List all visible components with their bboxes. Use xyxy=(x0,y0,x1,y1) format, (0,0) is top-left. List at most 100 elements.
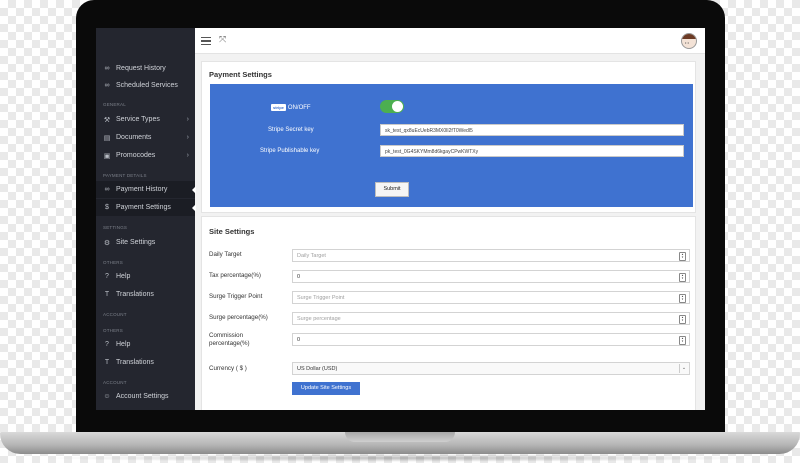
sidebar-item-label: Service Types xyxy=(116,116,160,123)
sidebar-item-translations[interactable]: T Translations xyxy=(96,286,195,303)
fullscreen-icon[interactable]: ⤧ xyxy=(219,34,226,45)
avatar-face: • • xyxy=(685,40,689,45)
sidebar-item-translations[interactable]: T Translations xyxy=(96,354,195,371)
help-icon: ? xyxy=(105,341,109,348)
user-icon: ☺ xyxy=(103,393,111,400)
sidebar-item-payment-history[interactable]: ∞ Payment History xyxy=(96,181,196,198)
sidebar-item-payment-settings[interactable]: $ Payment Settings xyxy=(96,199,196,216)
translate-icon: T xyxy=(104,359,110,366)
commission-input[interactable]: 0 ▴ ▾ xyxy=(292,333,690,346)
main-content: ⤧ • • Payment Settings stripe ON/OFF Stri… xyxy=(195,28,705,410)
sidebar-item-account-settings[interactable]: ☺ Account Settings xyxy=(96,388,195,405)
stripe-publishable-input[interactable]: pk_test_0G4SKYMm8d6kgayCPwKWTXy xyxy=(380,145,684,157)
sidebar-item-help[interactable]: ? Help xyxy=(96,268,195,285)
section-label-payment-details: PAYMENT DETAILS xyxy=(103,173,147,178)
stripe-toggle[interactable] xyxy=(380,100,404,113)
stepper-icon[interactable]: ▴ ▾ xyxy=(679,294,686,303)
sidebar-item-label: Account Settings xyxy=(116,393,169,400)
sidebar-item-service-types[interactable]: ⚒ Service Types › xyxy=(96,111,195,128)
surge-percentage-placeholder: Surge percentage xyxy=(297,316,341,322)
stepper-icon[interactable]: ▴ ▾ xyxy=(679,315,686,324)
stepper-icon[interactable]: ▴ ▾ xyxy=(679,336,686,345)
onoff-label: ON/OFF xyxy=(287,105,311,112)
commission-label-line1: Commission xyxy=(209,332,244,339)
daily-target-input[interactable]: Daily Target ▴ ▾ xyxy=(292,249,690,262)
payment-settings-title: Payment Settings xyxy=(209,70,272,79)
daily-target-label: Daily Target xyxy=(209,251,242,258)
link-icon: ∞ xyxy=(104,82,110,89)
sidebar-item-label: Site Settings xyxy=(116,239,156,246)
commission-label: Commission percentage(%) xyxy=(209,332,250,348)
sidebar-item-label: Payment History xyxy=(116,186,168,193)
payment-settings-card: Payment Settings stripe ON/OFF Stripe Sec… xyxy=(201,61,696,213)
stripe-publishable-label: Stripe Publishable key xyxy=(260,148,320,154)
sidebar-item-site-settings[interactable]: ⚙ Site Settings xyxy=(96,234,195,251)
sidebar-item-label: Documents xyxy=(116,134,152,141)
sidebar-item-documents[interactable]: ▤ Documents › xyxy=(96,129,195,146)
sidebar-item-label: Scheduled Services xyxy=(116,82,178,89)
laptop-screen: ∞ Request History ∞ Scheduled Services G… xyxy=(96,28,705,410)
update-site-settings-button[interactable]: Update Site Settings xyxy=(292,382,360,395)
surge-percentage-input[interactable]: Surge percentage ▴ ▾ xyxy=(292,312,690,325)
tax-percentage-label: Tax percentage(%) xyxy=(209,272,261,279)
section-label-others: OTHERS xyxy=(103,328,123,333)
chevron-right-icon: › xyxy=(186,134,189,141)
chevron-down-icon: ⌄ xyxy=(679,364,688,373)
currency-select[interactable]: US Dollar (USD) ⌄ xyxy=(292,362,690,375)
submit-button[interactable]: Submit xyxy=(375,182,409,197)
avatar-hair xyxy=(682,34,696,39)
wrench-icon: ⚒ xyxy=(103,116,111,124)
avatar[interactable]: • • xyxy=(681,33,697,49)
sidebar-item-request-history[interactable]: ∞ Request History xyxy=(96,60,195,77)
surge-trigger-input[interactable]: Surge Trigger Point ▴ ▾ xyxy=(292,291,690,304)
sidebar: ∞ Request History ∞ Scheduled Services G… xyxy=(96,28,196,410)
laptop-notch xyxy=(345,432,455,442)
chevron-right-icon: › xyxy=(186,152,189,159)
surge-trigger-label: Surge Trigger Point xyxy=(209,293,263,300)
promo-icon: ▣ xyxy=(103,152,111,160)
toggle-knob xyxy=(392,101,403,112)
sidebar-item-label: Help xyxy=(116,273,131,280)
gear-icon: ⚙ xyxy=(103,239,111,247)
document-icon: ▤ xyxy=(103,134,111,142)
link-icon: ∞ xyxy=(104,65,110,72)
onoff-row-label: stripe ON/OFF xyxy=(271,104,311,111)
sidebar-item-label: Request History xyxy=(116,65,166,72)
commission-label-line2: percentage(%) xyxy=(209,340,250,347)
sidebar-item-label: Promocodes xyxy=(116,152,156,159)
dollar-icon: $ xyxy=(105,204,109,211)
surge-trigger-placeholder: Surge Trigger Point xyxy=(297,295,345,301)
stripe-logo: stripe xyxy=(271,104,286,111)
section-label-others: OTHERS xyxy=(103,260,123,265)
section-label-account: ACCOUNT xyxy=(103,312,127,317)
top-bar: ⤧ • • xyxy=(195,28,705,54)
sidebar-item-label: Translations xyxy=(116,291,154,298)
laptop-shadow xyxy=(40,454,760,462)
commission-value: 0 xyxy=(297,337,301,343)
tax-percentage-input[interactable]: 0 ▴ ▾ xyxy=(292,270,690,283)
stepper-icon[interactable]: ▴ ▾ xyxy=(679,273,686,282)
tax-percentage-value: 0 xyxy=(297,274,301,280)
stripe-secret-label: Stripe Secret key xyxy=(268,127,314,133)
chevron-right-icon: › xyxy=(186,116,189,123)
sidebar-item-scheduled-services[interactable]: ∞ Scheduled Services xyxy=(96,77,195,94)
section-label-account: ACCOUNT xyxy=(103,380,127,385)
site-settings-title: Site Settings xyxy=(209,227,255,236)
surge-percentage-label: Surge percentage(%) xyxy=(209,314,268,321)
currency-selected-value: US Dollar (USD) xyxy=(297,366,338,372)
site-settings-card: Site Settings Daily Target Daily Target … xyxy=(201,216,696,410)
translate-icon: T xyxy=(104,291,110,298)
payment-settings-panel: stripe ON/OFF Stripe Secret key sk_test_q… xyxy=(210,84,693,207)
sidebar-item-help[interactable]: ? Help xyxy=(96,336,195,353)
sidebar-item-label: Translations xyxy=(116,359,154,366)
sidebar-item-label: Payment Settings xyxy=(116,204,171,211)
sidebar-item-promocodes[interactable]: ▣ Promocodes › xyxy=(96,147,195,164)
sidebar-item-label: Help xyxy=(116,341,131,348)
link-icon: ∞ xyxy=(104,186,110,193)
daily-target-placeholder: Daily Target xyxy=(297,253,326,259)
section-label-general: GENERAL xyxy=(103,102,126,107)
help-icon: ? xyxy=(105,273,109,280)
stepper-icon[interactable]: ▴ ▾ xyxy=(679,252,686,261)
hamburger-menu-icon[interactable] xyxy=(201,37,211,47)
stripe-secret-input[interactable]: sk_test_qx8uEcUebR3MX0lI2fT0Wedl5 xyxy=(380,124,684,136)
